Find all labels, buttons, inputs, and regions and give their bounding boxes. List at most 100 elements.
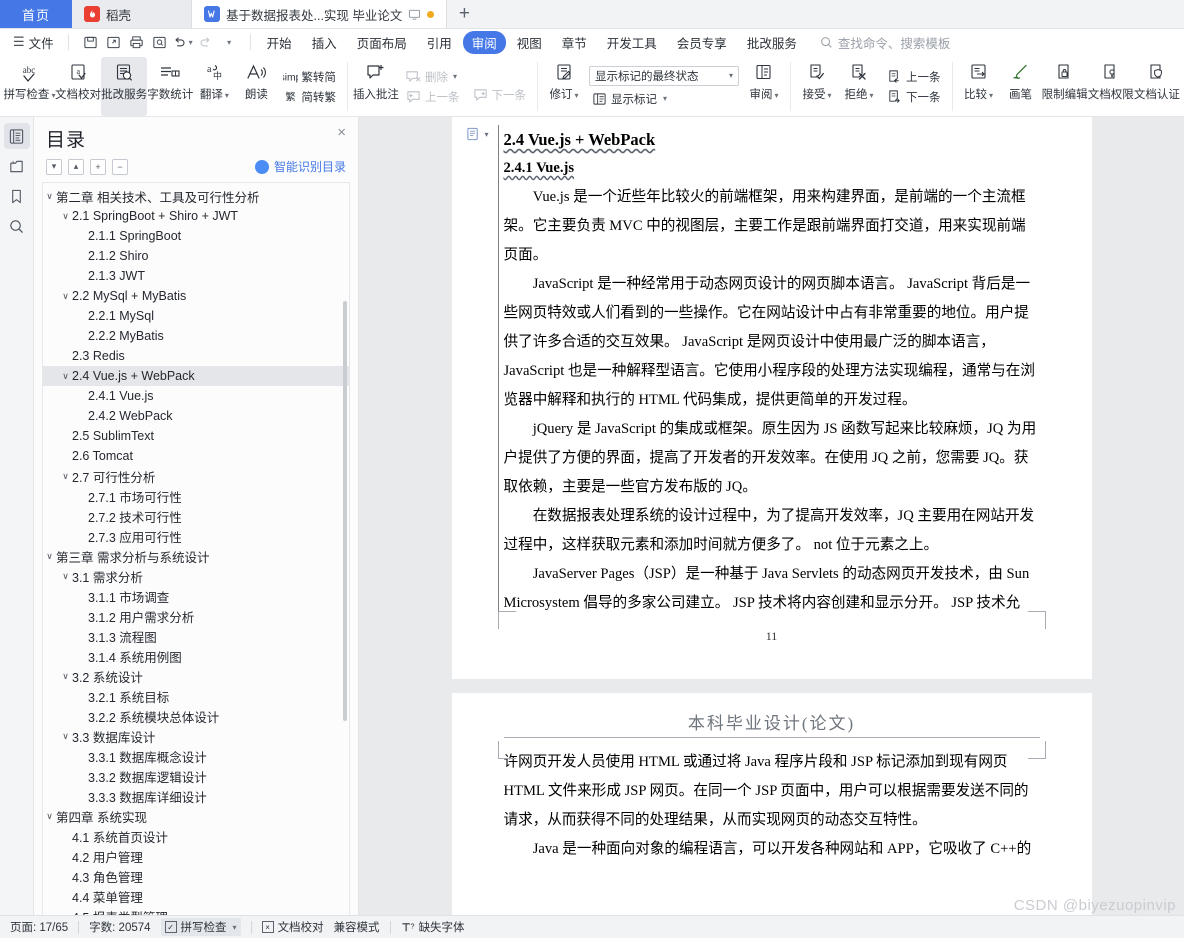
insert-comment-button[interactable]: 插入批注 (353, 57, 399, 116)
collapse-minus-icon[interactable]: − (112, 158, 128, 175)
toc-item[interactable]: 3.3.2 数据库逻辑设计 (43, 766, 349, 786)
expand-plus-icon[interactable]: + (90, 158, 106, 175)
menu-item-correction-service[interactable]: 批改服务 (738, 31, 806, 54)
doc-permission-button[interactable]: 文档权限 (1088, 57, 1134, 116)
chevron-down-icon[interactable]: ∨ (59, 291, 72, 302)
toc-item[interactable]: 2.4.2 WebPack (43, 406, 349, 426)
chevron-down-icon[interactable]: ∨ (43, 191, 56, 202)
restrict-edit-button[interactable]: 限制编辑 (1042, 57, 1088, 116)
toc-item[interactable]: 2.1.3 JWT (43, 266, 349, 286)
markup-state-select[interactable]: 显示标记的最终状态 ▾ (589, 65, 740, 86)
toc-item[interactable]: 3.1.4 系统用例图 (43, 646, 349, 666)
toc-item[interactable]: 4.5 报表类型管理 (43, 906, 349, 916)
save-as-icon[interactable] (103, 32, 124, 52)
toc-item[interactable]: 3.2.2 系统模块总体设计 (43, 706, 349, 726)
status-missing-font[interactable]: ? 缺失字体 (401, 919, 465, 935)
smart-toc-button[interactable]: 智能识别目录 (254, 158, 346, 175)
close-icon[interactable]: × (337, 125, 346, 140)
toc-scrollbar[interactable] (343, 301, 347, 721)
menu-item-page-layout[interactable]: 页面布局 (348, 31, 416, 54)
toc-item[interactable]: ∨ 第三章 需求分析与系统设计 (43, 546, 349, 566)
delete-comment-button[interactable]: 删除 ▾ (401, 68, 464, 86)
toc-item[interactable]: 2.6 Tomcat (43, 446, 349, 466)
collapse-up-icon[interactable]: ▴ (68, 158, 84, 175)
doc-proofread-button[interactable]: a 文档校对 (55, 57, 101, 116)
toc-item[interactable]: 3.1.2 用户需求分析 (43, 606, 349, 626)
toc-item[interactable]: 3.3.3 数据库详细设计 (43, 786, 349, 806)
reject-button[interactable]: 拒绝 ▾ (838, 57, 880, 116)
toc-item[interactable]: 4.4 菜单管理 (43, 886, 349, 906)
toc-item[interactable]: ∨ 第二章 相关技术、工具及可行性分析 (43, 186, 349, 206)
chevron-down-icon[interactable]: ∨ (59, 731, 72, 742)
accept-button[interactable]: 接受 ▾ (796, 57, 838, 116)
toc-item[interactable]: 2.3 Redis (43, 346, 349, 366)
toc-item[interactable]: 4.2 用户管理 (43, 846, 349, 866)
read-aloud-button[interactable]: 朗读 (235, 57, 277, 116)
show-markup-button[interactable]: 显示标记 ▾ (589, 90, 739, 108)
brush-button[interactable]: 画笔 (1000, 57, 1042, 116)
chevron-down-icon[interactable]: ∨ (59, 211, 72, 222)
toc-item[interactable]: 2.7.1 市场可行性 (43, 486, 349, 506)
next-comment-button[interactable]: 下一条 (468, 86, 531, 104)
undo-icon[interactable]: ▾ (172, 32, 193, 52)
chevron-down-icon[interactable]: ∨ (59, 371, 72, 382)
toc-item[interactable]: 2.2.1 MySql (43, 306, 349, 326)
toc-list[interactable]: ∨ 第二章 相关技术、工具及可行性分析 ∨ 2.1 SpringBoot + Shir… (42, 182, 350, 915)
toc-item[interactable]: 2.1.1 SpringBoot (43, 226, 349, 246)
toc-item[interactable]: ∨ 2.1 SpringBoot + Shiro + JWT (43, 206, 349, 226)
toc-item[interactable]: 2.2.2 MyBatis (43, 326, 349, 346)
rail-bookmark-icon[interactable] (4, 183, 30, 209)
toc-item[interactable]: 2.7.2 技术可行性 (43, 506, 349, 526)
status-page[interactable]: 页面: 17/65 (10, 919, 68, 935)
word-count-button[interactable]: 字数统计 (147, 57, 193, 116)
toc-item[interactable]: 3.1.3 流程图 (43, 626, 349, 646)
menu-item-view[interactable]: 视图 (508, 31, 551, 54)
new-tab-button[interactable]: + (447, 0, 481, 28)
toc-item[interactable]: ∨ 3.3 数据库设计 (43, 726, 349, 746)
rail-search-icon[interactable] (4, 213, 30, 239)
document-page-2[interactable]: 本科毕业设计(论文) 许网页开发人员使用 HTML 或通过将 Java 程序片段… (451, 693, 1092, 915)
toc-item[interactable]: ∨ 2.7 可行性分析 (43, 466, 349, 486)
document-view[interactable]: ▾ 2.4 Vue.js + WebPack 2.4.1 Vue.js Vue.… (359, 117, 1184, 915)
toc-item[interactable]: ∨ 2.2 MySql + MyBatis (43, 286, 349, 306)
file-menu-button[interactable]: ☰ 文件 (6, 31, 61, 54)
next-change-button[interactable]: 下一条 (882, 88, 945, 106)
print-icon[interactable] (126, 32, 147, 52)
toc-item[interactable]: 2.7.3 应用可行性 (43, 526, 349, 546)
status-proofread[interactable]: × 文档校对 (261, 919, 324, 935)
menu-item-insert[interactable]: 插入 (303, 31, 346, 54)
tab-docer[interactable]: 稻壳 (72, 0, 192, 28)
redo-icon[interactable] (195, 32, 216, 52)
menu-item-developer-tools[interactable]: 开发工具 (598, 31, 666, 54)
command-search[interactable]: 查找命令、搜索模板 (820, 33, 950, 52)
reviewing-pane-button[interactable]: 审阅 ▾ (743, 57, 785, 116)
customize-toolbar-icon[interactable]: ▾ (218, 32, 239, 52)
toc-item[interactable]: 4.3 角色管理 (43, 866, 349, 886)
toc-item[interactable]: 3.2.1 系统目标 (43, 686, 349, 706)
rail-outline-icon[interactable] (3, 123, 30, 149)
chevron-down-icon[interactable]: ∨ (59, 671, 72, 682)
toc-item[interactable]: 3.3.1 数据库概念设计 (43, 746, 349, 766)
menu-item-section[interactable]: 章节 (553, 31, 596, 54)
status-word-count[interactable]: 字数: 20574 (89, 919, 150, 935)
doc-certify-button[interactable]: 文档认证 (1134, 57, 1180, 116)
track-changes-button[interactable]: 修订 ▾ (543, 57, 585, 116)
toc-item[interactable]: ∨ 2.4 Vue.js + WebPack (43, 366, 349, 386)
menu-item-references[interactable]: 引用 (418, 31, 461, 54)
chevron-down-icon[interactable]: ∨ (59, 571, 72, 582)
print-preview-icon[interactable] (149, 32, 170, 52)
trad-to-simp-button[interactable]: simp 繁转简 (279, 68, 340, 86)
home-tab[interactable]: 首页 (0, 0, 72, 28)
spell-check-button[interactable]: abc 拼写检查 ▾ (3, 57, 55, 116)
chevron-down-icon[interactable]: ∨ (59, 471, 72, 482)
share-icon[interactable] (408, 8, 421, 21)
chevron-down-icon[interactable]: ∨ (43, 551, 56, 562)
translate-button[interactable]: a中 翻译 ▾ (193, 57, 235, 116)
status-compat-mode[interactable]: 兼容模式 (334, 919, 380, 935)
prev-change-button[interactable]: 上一条 (882, 68, 945, 86)
collapse-down-icon[interactable]: ▾ (46, 158, 62, 175)
toc-item[interactable]: ∨ 3.2 系统设计 (43, 666, 349, 686)
toc-item[interactable]: 2.1.2 Shiro (43, 246, 349, 266)
menu-item-review[interactable]: 审阅 (462, 30, 506, 54)
toc-item[interactable]: 4.1 系统首页设计 (43, 826, 349, 846)
